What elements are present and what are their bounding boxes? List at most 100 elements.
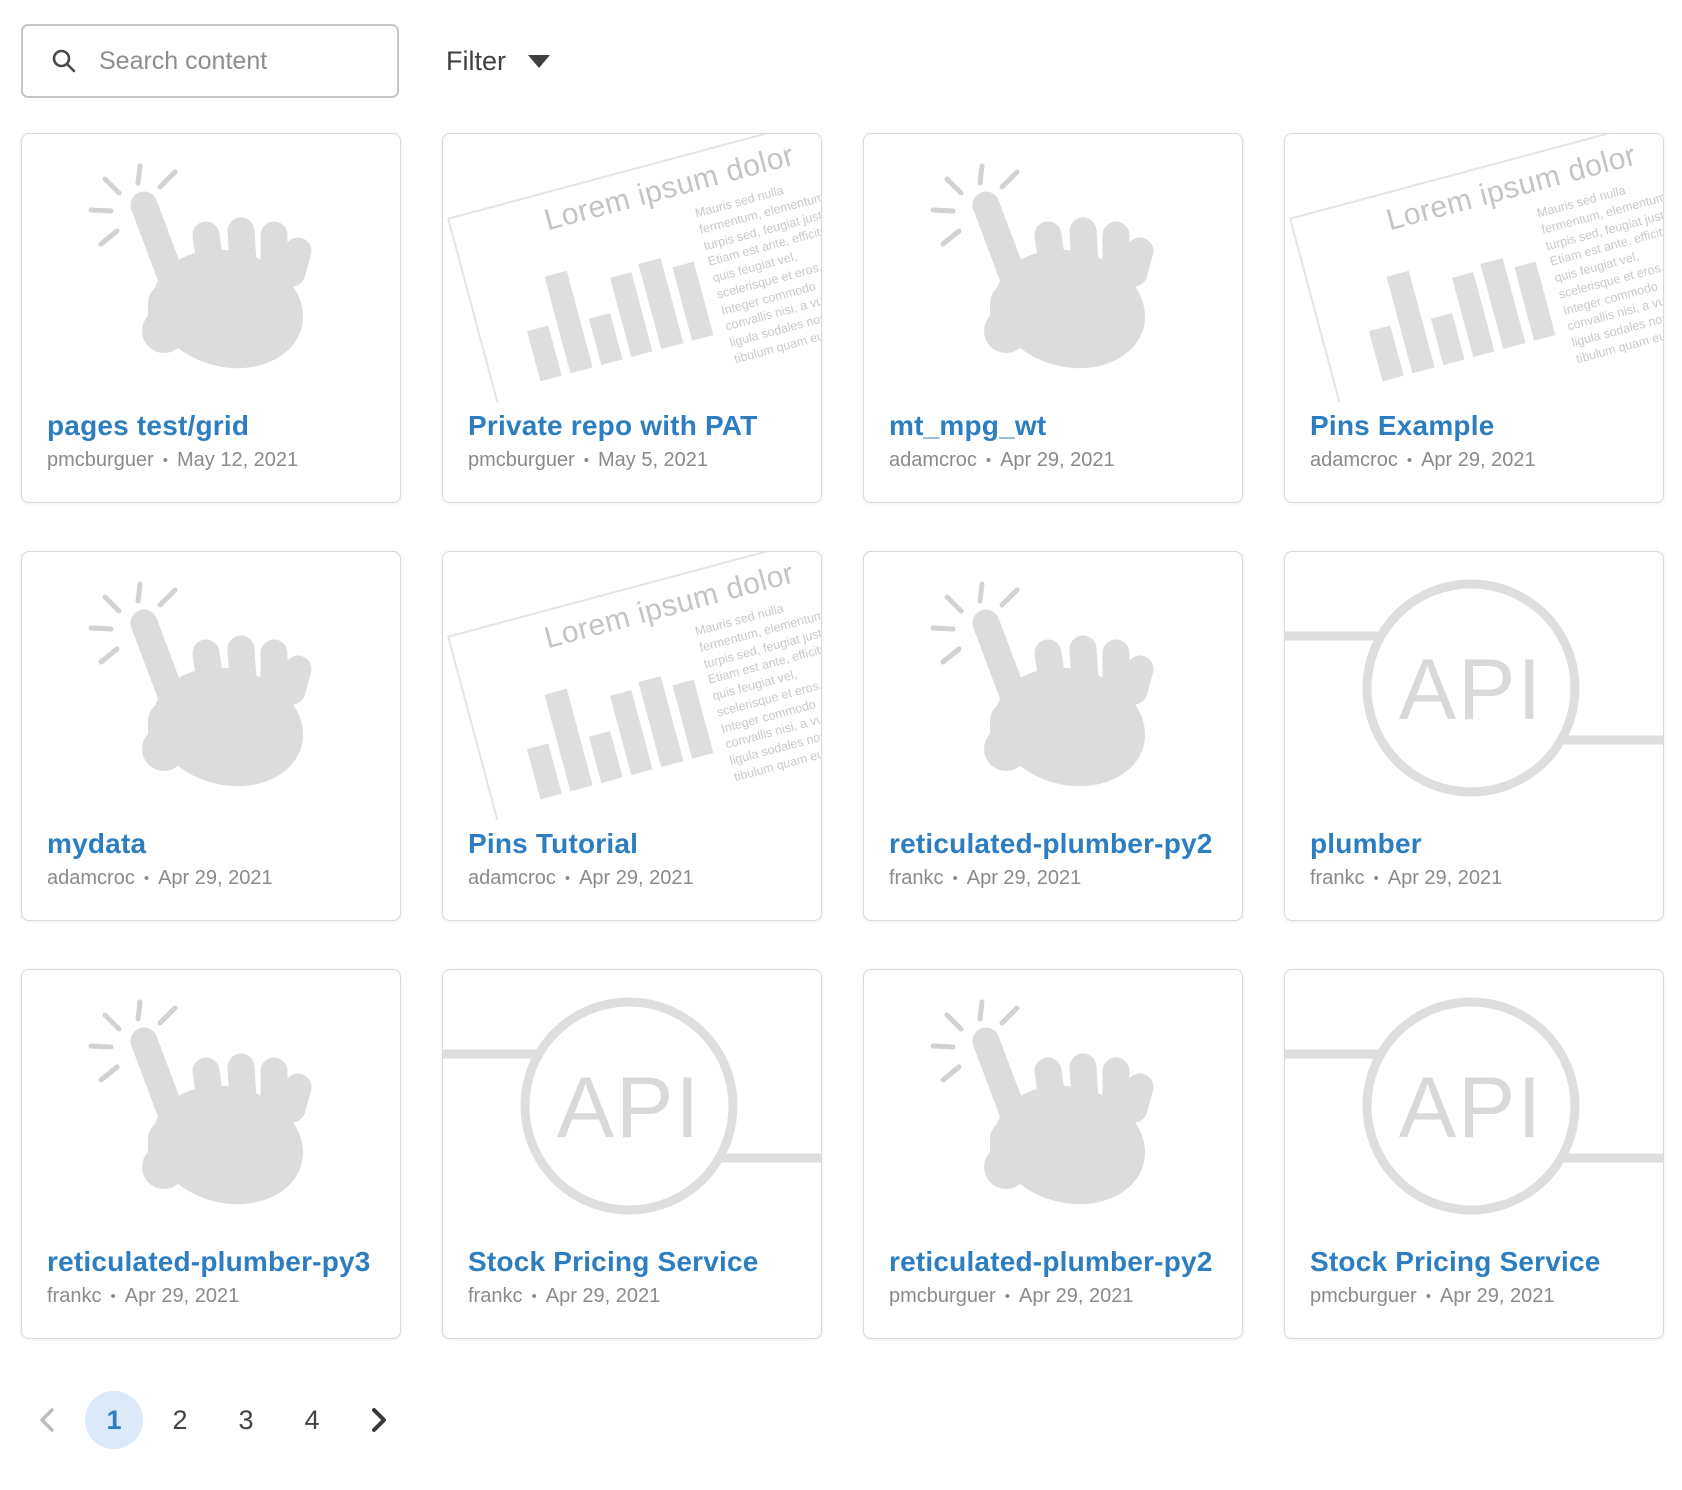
content-card[interactable]: Lorem ipsum dolor Mauris sed nulla ferme… — [442, 133, 822, 503]
content-card[interactable]: Lorem ipsum dolor Mauris sed nulla ferme… — [1284, 133, 1664, 503]
doc-placeholder-barchart — [1343, 208, 1556, 383]
card-thumbnail: API — [443, 970, 821, 1238]
card-title-link[interactable]: Stock Pricing Service — [468, 1246, 759, 1278]
card-title-link[interactable]: mydata — [47, 828, 146, 860]
card-meta: frankc • Apr 29, 2021 — [1310, 867, 1638, 890]
card-meta: pmcburguer • Apr 29, 2021 — [889, 1285, 1217, 1308]
chevron-left-icon — [37, 1406, 59, 1434]
doc-placeholder-barchart — [501, 208, 714, 383]
click-gesture-icon — [86, 163, 336, 373]
click-gesture-icon — [928, 163, 1178, 373]
card-title-link[interactable]: pages test/grid — [47, 410, 249, 442]
card-meta: pmcburguer • May 12, 2021 — [47, 449, 375, 472]
content-card[interactable]: mydata adamcroc • Apr 29, 2021 — [21, 551, 401, 921]
card-author: frankc — [468, 1285, 522, 1308]
content-grid: pages test/grid pmcburguer • May 12, 202… — [21, 133, 1661, 1339]
card-thumbnail — [22, 552, 400, 820]
card-title-link[interactable]: reticulated-plumber-py2 — [889, 828, 1213, 860]
card-meta: adamcroc • Apr 29, 2021 — [47, 867, 375, 890]
meta-separator: • — [952, 871, 957, 886]
meta-separator: • — [531, 1289, 536, 1304]
meta-separator: • — [110, 1289, 115, 1304]
api-icon: API — [1285, 552, 1663, 820]
card-author: frankc — [47, 1285, 101, 1308]
page-button-1[interactable]: 1 — [85, 1391, 143, 1449]
click-gesture-icon — [928, 999, 1178, 1209]
card-title-link[interactable]: Pins Example — [1310, 410, 1494, 442]
pagination: 1 2 3 4 — [19, 1391, 1682, 1449]
content-card[interactable]: Lorem ipsum dolor Mauris sed nulla ferme… — [442, 551, 822, 921]
card-thumbnail — [22, 134, 400, 402]
card-meta: pmcburguer • Apr 29, 2021 — [1310, 1285, 1638, 1308]
card-meta: pmcburguer • May 5, 2021 — [468, 449, 796, 472]
meta-separator: • — [144, 871, 149, 886]
card-author: adamcroc — [889, 449, 977, 472]
card-date: Apr 29, 2021 — [1421, 449, 1536, 472]
content-card[interactable]: mt_mpg_wt adamcroc • Apr 29, 2021 — [863, 133, 1243, 503]
card-thumbnail: API — [1285, 970, 1663, 1238]
meta-separator: • — [584, 453, 589, 468]
content-card[interactable]: API plumber frankc • Apr 29, 2021 — [1284, 551, 1664, 921]
meta-separator: • — [1373, 871, 1378, 886]
card-author: pmcburguer — [1310, 1285, 1417, 1308]
meta-separator: • — [163, 453, 168, 468]
search-input[interactable] — [97, 46, 357, 77]
card-title-link[interactable]: Private repo with PAT — [468, 410, 757, 442]
page-button-2[interactable]: 2 — [151, 1391, 209, 1449]
meta-separator: • — [1407, 453, 1412, 468]
chevron-down-icon — [528, 55, 550, 68]
previous-page-button[interactable] — [19, 1391, 77, 1449]
content-card[interactable]: API Stock Pricing Service frankc • Apr 2… — [442, 969, 822, 1339]
click-gesture-icon — [928, 581, 1178, 791]
card-meta: adamcroc • Apr 29, 2021 — [889, 449, 1217, 472]
card-date: Apr 29, 2021 — [1019, 1285, 1134, 1308]
search-box[interactable] — [21, 24, 399, 98]
toolbar: Filter — [21, 24, 1682, 98]
svg-text:API: API — [1399, 642, 1544, 738]
card-author: pmcburguer — [889, 1285, 996, 1308]
filter-button[interactable]: Filter — [446, 46, 550, 77]
meta-separator: • — [1426, 1289, 1431, 1304]
card-title-link[interactable]: mt_mpg_wt — [889, 410, 1046, 442]
page-button-3[interactable]: 3 — [217, 1391, 275, 1449]
document-placeholder-icon: Lorem ipsum dolor Mauris sed nulla ferme… — [1289, 134, 1663, 402]
card-title-link[interactable]: reticulated-plumber-py2 — [889, 1246, 1213, 1278]
card-title-link[interactable]: plumber — [1310, 828, 1422, 860]
card-author: adamcroc — [47, 867, 135, 890]
card-thumbnail: API — [1285, 552, 1663, 820]
card-thumbnail — [864, 134, 1242, 402]
meta-separator: • — [1005, 1289, 1010, 1304]
card-date: Apr 29, 2021 — [125, 1285, 240, 1308]
svg-text:API: API — [557, 1060, 702, 1156]
click-gesture-icon — [86, 999, 336, 1209]
card-thumbnail: Lorem ipsum dolor Mauris sed nulla ferme… — [443, 134, 821, 402]
filter-label: Filter — [446, 46, 506, 77]
content-card[interactable]: API Stock Pricing Service pmcburguer • A… — [1284, 969, 1664, 1339]
svg-text:API: API — [1399, 1060, 1544, 1156]
card-thumbnail: Lorem ipsum dolor Mauris sed nulla ferme… — [443, 552, 821, 820]
card-author: frankc — [889, 867, 943, 890]
card-author: pmcburguer — [468, 449, 575, 472]
api-icon: API — [1285, 970, 1663, 1238]
card-meta: adamcroc • Apr 29, 2021 — [1310, 449, 1638, 472]
content-card[interactable]: pages test/grid pmcburguer • May 12, 202… — [21, 133, 401, 503]
next-page-button[interactable] — [349, 1391, 407, 1449]
card-thumbnail — [864, 970, 1242, 1238]
card-title-link[interactable]: reticulated-plumber-py3 — [47, 1246, 371, 1278]
content-card[interactable]: reticulated-plumber-py3 frankc • Apr 29,… — [21, 969, 401, 1339]
card-date: Apr 29, 2021 — [1440, 1285, 1555, 1308]
search-icon — [51, 48, 77, 74]
card-thumbnail — [864, 552, 1242, 820]
card-title-link[interactable]: Pins Tutorial — [468, 828, 638, 860]
click-gesture-icon — [86, 581, 336, 791]
meta-separator: • — [986, 453, 991, 468]
content-card[interactable]: reticulated-plumber-py2 pmcburguer • Apr… — [863, 969, 1243, 1339]
card-meta: frankc • Apr 29, 2021 — [889, 867, 1217, 890]
chevron-right-icon — [367, 1406, 389, 1434]
page-button-4[interactable]: 4 — [283, 1391, 341, 1449]
card-title-link[interactable]: Stock Pricing Service — [1310, 1246, 1601, 1278]
api-icon: API — [443, 970, 821, 1238]
content-card[interactable]: reticulated-plumber-py2 frankc • Apr 29,… — [863, 551, 1243, 921]
card-date: Apr 29, 2021 — [967, 867, 1082, 890]
meta-separator: • — [565, 871, 570, 886]
